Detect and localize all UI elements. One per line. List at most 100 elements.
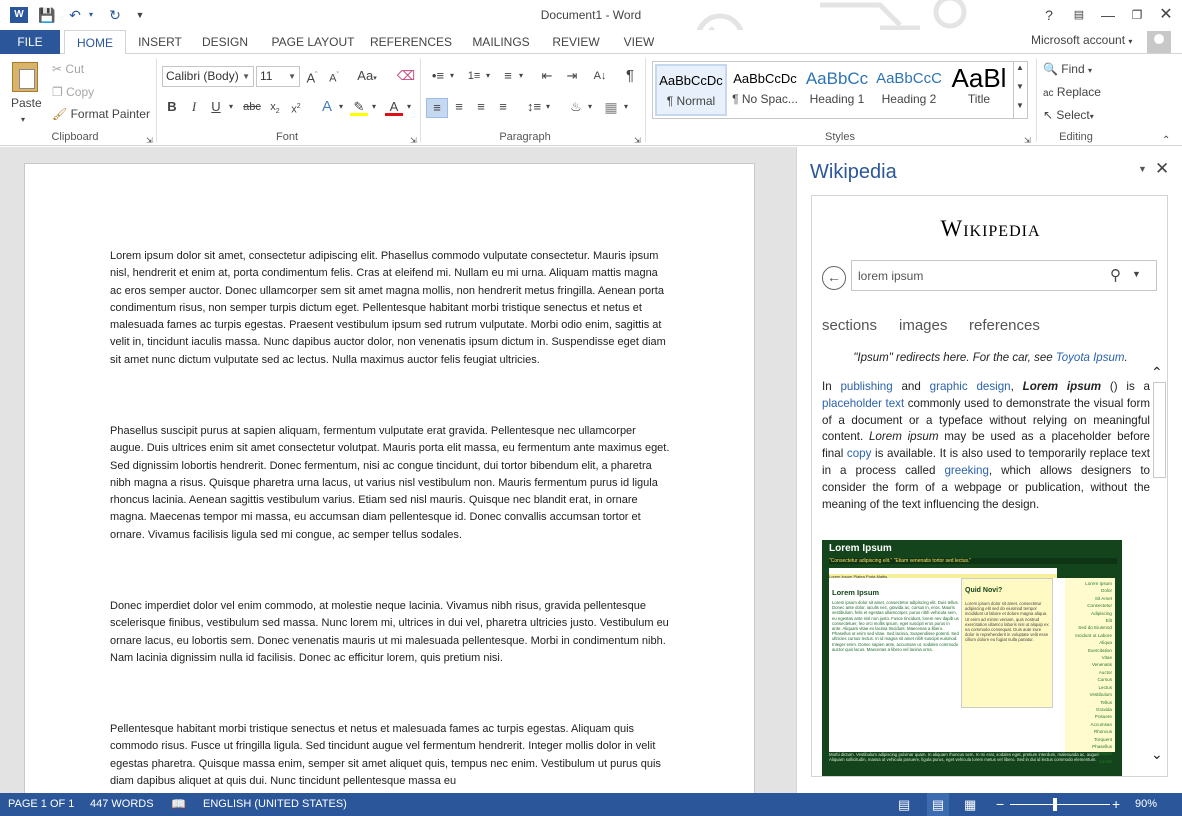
style-heading-2[interactable]: AaBbCcC Heading 2	[873, 64, 945, 116]
font-color-icon[interactable]: A	[385, 98, 403, 116]
help-icon[interactable]: ?	[1038, 5, 1060, 25]
document-page[interactable]: Lorem ipsum dolor sit amet, consectetur …	[24, 163, 755, 793]
restore-icon[interactable]: ❐	[1126, 5, 1148, 25]
scrollbar-thumb[interactable]	[1153, 382, 1166, 478]
font-family-combo[interactable]: Calibri (Body) ▼	[162, 66, 254, 87]
tab-design[interactable]: DESIGN	[194, 30, 256, 54]
shading-icon[interactable]: ♨	[566, 98, 586, 116]
styles-up-icon[interactable]: ▲	[1016, 63, 1024, 72]
decrease-indent-icon[interactable]: ⇤	[537, 67, 557, 85]
chevron-down-icon[interactable]: ▼	[1132, 269, 1141, 279]
avatar[interactable]	[1147, 31, 1171, 53]
show-paragraph-marks-icon[interactable]: ¶	[620, 67, 640, 85]
tab-view[interactable]: VIEW	[612, 30, 666, 54]
zoom-out-icon[interactable]: −	[996, 793, 1004, 816]
tab-mailings[interactable]: MAILINGS	[464, 30, 538, 54]
scroll-up-icon[interactable]: ⌃	[1151, 364, 1163, 381]
tab-references[interactable]: references	[969, 317, 1040, 334]
italic-icon[interactable]: I	[186, 98, 202, 116]
tab-sections[interactable]: sections	[822, 317, 877, 334]
underline-icon[interactable]: U	[208, 98, 224, 116]
styles-more-icon[interactable]: ▼	[1016, 101, 1024, 110]
back-arrow-icon[interactable]: ←	[822, 266, 846, 290]
change-case-icon[interactable]: Aa▾	[354, 67, 380, 88]
word-count[interactable]: 447 WORDS	[90, 793, 154, 816]
justify-icon[interactable]: ≡	[494, 98, 512, 116]
publishing-link[interactable]: publishing	[840, 380, 892, 393]
zoom-level[interactable]: 90%	[1135, 793, 1157, 816]
tab-page-layout[interactable]: PAGE LAYOUT	[266, 30, 360, 54]
placeholder-text-link[interactable]: placeholder text	[822, 397, 904, 410]
scroll-down-icon[interactable]: ⌄	[1151, 746, 1163, 763]
paste-icon[interactable]	[12, 62, 38, 92]
grow-font-icon[interactable]: Aˆ	[304, 67, 320, 87]
styles-down-icon[interactable]: ▼	[1016, 82, 1024, 91]
doc-paragraph[interactable]: Phasellus suscipit purus at sapien aliqu…	[110, 423, 672, 544]
style-heading-1[interactable]: AaBbCc Heading 1	[801, 64, 873, 116]
ribbon-display-options-icon[interactable]: ▤	[1068, 5, 1090, 25]
page-count[interactable]: PAGE 1 OF 1	[8, 793, 74, 816]
align-left-icon[interactable]: ≡	[426, 98, 448, 118]
line-spacing-dropdown-icon[interactable]: ▾	[544, 98, 552, 116]
search-icon[interactable]: ⚲	[1110, 266, 1121, 284]
pane-options-icon[interactable]: ▼	[1138, 164, 1147, 174]
line-spacing-icon[interactable]: ↕≡	[524, 98, 544, 116]
read-mode-icon[interactable]: ▤	[898, 793, 910, 816]
tab-insert[interactable]: INSERT	[130, 30, 190, 54]
close-icon[interactable]: ✕	[1155, 5, 1177, 25]
web-layout-icon[interactable]: ▦	[964, 793, 976, 816]
multilevel-list-icon[interactable]: ≡	[498, 67, 518, 85]
language[interactable]: ENGLISH (UNITED STATES)	[203, 793, 347, 816]
clear-formatting-icon[interactable]: ⌫	[396, 67, 416, 85]
tab-home[interactable]: HOME	[64, 30, 126, 55]
find-button[interactable]: 🔍 Find ▾	[1043, 61, 1092, 79]
pane-close-icon[interactable]: ✕	[1155, 159, 1169, 179]
bullets-dropdown-icon[interactable]: ▾	[448, 67, 456, 85]
highlight-dropdown-icon[interactable]: ▾	[370, 98, 378, 116]
underline-dropdown-icon[interactable]: ▾	[226, 98, 236, 116]
borders-icon[interactable]: ▦	[602, 98, 620, 116]
paste-dropdown-icon[interactable]: ▾	[21, 112, 25, 128]
align-right-icon[interactable]: ≡	[472, 98, 490, 116]
style-normal[interactable]: AaBbCcDc ¶ Normal	[655, 64, 727, 116]
font-color-dropdown-icon[interactable]: ▾	[405, 98, 413, 116]
search-input[interactable]	[858, 267, 1098, 285]
doc-paragraph[interactable]: Pellentesque habitant morbi tristique se…	[110, 721, 672, 790]
bold-icon[interactable]: B	[164, 98, 180, 116]
text-effects-dropdown-icon[interactable]: ▾	[337, 98, 345, 116]
numbering-icon[interactable]: 1≡	[464, 67, 484, 85]
style-no-spacing[interactable]: AaBbCcDc ¶ No Spac...	[729, 64, 801, 116]
increase-indent-icon[interactable]: ⇥	[562, 67, 582, 85]
tab-images[interactable]: images	[899, 317, 947, 334]
paste-button[interactable]: Paste	[11, 95, 42, 111]
doc-paragraph[interactable]: Lorem ipsum dolor sit amet, consectetur …	[110, 248, 672, 369]
superscript-icon[interactable]: x2	[288, 98, 304, 119]
sort-icon[interactable]: A↓	[590, 67, 610, 85]
greeking-link[interactable]: greeking	[944, 464, 988, 477]
minimize-icon[interactable]: —	[1097, 5, 1119, 25]
lorem-ipsum-image[interactable]: Lorem Ipsum "Consectetur adipiscing elit…	[822, 540, 1122, 776]
search-field[interactable]: ⚲ ▼	[851, 260, 1157, 291]
multilevel-dropdown-icon[interactable]: ▾	[517, 67, 525, 85]
replace-button[interactable]: ac Replace	[1043, 84, 1101, 102]
graphic-design-link[interactable]: graphic design	[930, 380, 1011, 393]
select-button[interactable]: ↖ Select▾	[1043, 107, 1094, 125]
text-effects-icon[interactable]: A	[318, 98, 336, 116]
style-title[interactable]: AaBl Title	[943, 64, 1015, 116]
shading-dropdown-icon[interactable]: ▾	[586, 98, 594, 116]
tab-file[interactable]: FILE	[0, 30, 60, 54]
shrink-font-icon[interactable]: Aˇ	[326, 67, 342, 88]
proofing-icon[interactable]: 📖	[171, 793, 186, 816]
bullets-icon[interactable]: •≡	[428, 67, 448, 85]
copy-link[interactable]: copy	[847, 447, 872, 460]
tab-review[interactable]: REVIEW	[546, 30, 606, 54]
strikethrough-icon[interactable]: abc	[242, 98, 262, 116]
print-layout-icon[interactable]: ▤	[927, 793, 949, 816]
highlight-icon[interactable]: ✎	[350, 98, 368, 116]
doc-paragraph[interactable]: Donec imperdiet dolor vel enim commodo, …	[110, 598, 672, 667]
align-center-icon[interactable]: ≡	[450, 98, 468, 116]
format-painter-button[interactable]: 🖌 Format Painter	[52, 106, 150, 122]
zoom-slider[interactable]	[1010, 804, 1110, 805]
font-size-combo[interactable]: 11 ▼	[256, 66, 300, 87]
zoom-in-icon[interactable]: +	[1112, 793, 1120, 816]
